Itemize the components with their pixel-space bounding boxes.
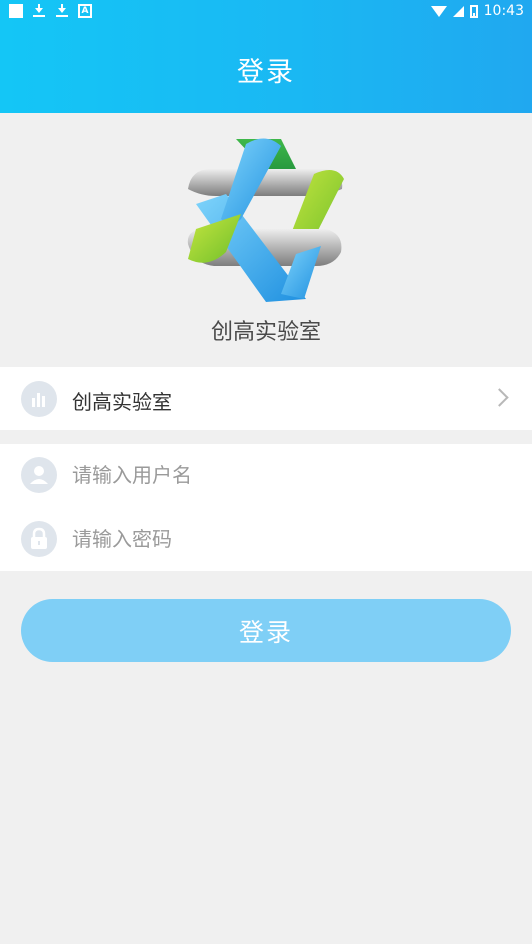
battery-icon	[469, 4, 478, 18]
username-row	[0, 444, 532, 507]
chevron-right-icon	[490, 388, 509, 407]
lab-selector[interactable]: 创高实验室	[0, 367, 532, 430]
lab-selector-value: 创高实验室	[72, 390, 172, 414]
system-status: 10:43	[430, 3, 524, 19]
brand-name: 创高实验室	[210, 320, 321, 345]
user-icon	[21, 457, 57, 493]
username-input[interactable]	[72, 458, 502, 492]
notification-icons: A	[9, 4, 92, 18]
login-button[interactable]: 登录	[21, 599, 511, 662]
app-notification-icon: A	[78, 4, 92, 18]
password-input[interactable]	[72, 522, 502, 556]
page-title: 登录	[237, 57, 295, 88]
notification-square-icon	[9, 4, 23, 18]
clock: 10:43	[483, 3, 524, 19]
app-logo	[187, 138, 344, 302]
download-icon	[55, 4, 69, 18]
status-bar: A 10:43	[0, 0, 532, 24]
download-icon	[32, 4, 46, 18]
login-form	[0, 444, 532, 571]
header-bar: A 10:43 登录	[0, 0, 532, 113]
bar-chart-icon	[21, 381, 57, 417]
lock-icon	[21, 521, 57, 557]
wifi-icon	[430, 5, 447, 17]
cell-signal-icon	[452, 5, 464, 17]
password-row	[0, 508, 532, 571]
